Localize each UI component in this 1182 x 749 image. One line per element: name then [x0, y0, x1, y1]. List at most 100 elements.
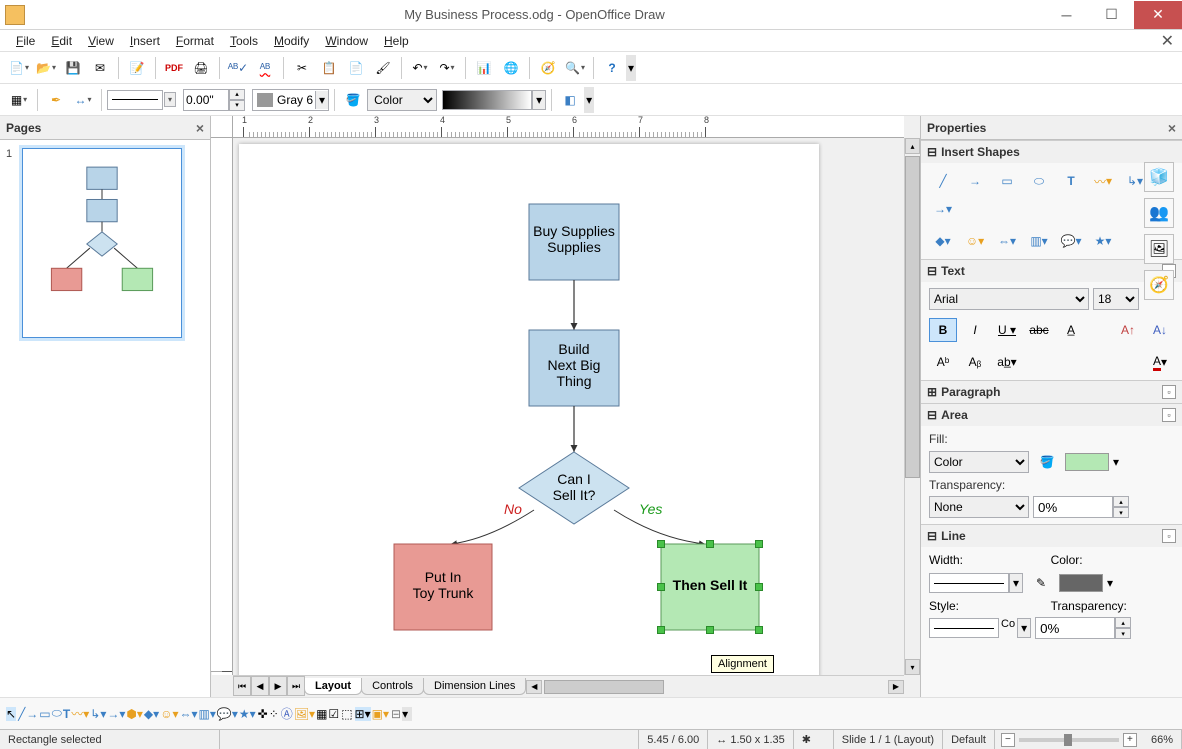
arrange-tool[interactable]: ▣▾ — [372, 707, 389, 721]
print-button[interactable]: 🖨 — [188, 55, 214, 81]
shape-arrow-icon[interactable]: → — [961, 169, 989, 193]
paste-button[interactable]: 📄 — [343, 55, 369, 81]
alignment-tool[interactable]: ⊞▾ — [355, 707, 371, 721]
shape-block-arrow-icon[interactable]: ⇔▾ — [993, 229, 1021, 253]
arrow-style-button[interactable]: ↔▾ — [70, 87, 96, 113]
sidebar-tab-navigator[interactable]: 🧭 — [1144, 270, 1174, 300]
line-endings-button[interactable]: ✒ — [43, 87, 69, 113]
selection-handle[interactable] — [657, 583, 665, 591]
menu-file[interactable]: File — [8, 32, 43, 50]
subscript-button[interactable]: Aᵦ — [961, 350, 989, 374]
zoom-value[interactable]: 66% — [1143, 730, 1182, 749]
export-pdf-button[interactable]: PDF — [161, 55, 187, 81]
form-controls-tool[interactable]: ☑ — [328, 707, 339, 721]
shape-symbol-icon[interactable]: ☺▾ — [961, 229, 989, 253]
from-file-tool[interactable]: 🖼▾ — [294, 707, 315, 721]
menu-help[interactable]: Help — [376, 32, 417, 50]
edit-file-button[interactable]: 📝 — [124, 55, 150, 81]
redo-button[interactable]: ↷▾ — [434, 55, 460, 81]
shadow-button[interactable]: ◧ — [557, 87, 583, 113]
pages-panel-close-icon[interactable]: × — [196, 120, 204, 136]
font-color-button[interactable]: A▾ — [1146, 350, 1174, 374]
close-document-icon[interactable]: ✕ — [1161, 31, 1174, 51]
strike-button[interactable]: abc — [1025, 318, 1053, 342]
bucket-icon[interactable]: 🪣 — [1033, 450, 1061, 474]
tab-dimension-lines[interactable]: Dimension Lines — [423, 678, 526, 695]
spellcheck-button[interactable]: ᴬᴮ✓ — [225, 55, 251, 81]
arrange-button[interactable]: ▦▾ — [6, 87, 32, 113]
fill-color-swatch[interactable] — [1065, 453, 1109, 471]
lines-arrows-tool[interactable]: →▾ — [107, 707, 125, 721]
glue-points-tool[interactable]: ⁘ — [269, 707, 279, 721]
arrow-tool[interactable]: → — [26, 707, 38, 721]
shape-put-in-toy-trunk[interactable]: Put In Toy Trunk — [394, 544, 492, 630]
highlight-button[interactable]: ab̲▾ — [993, 350, 1021, 374]
line-style-dropdown[interactable]: Co▾ — [929, 618, 1031, 638]
select-tool[interactable]: ↖ — [6, 707, 16, 721]
collapse-icon[interactable]: ⊟ — [927, 408, 937, 422]
shape-text-icon[interactable]: T — [1057, 169, 1085, 193]
tab-layout[interactable]: Layout — [304, 678, 362, 695]
transparency-type-dropdown[interactable]: None — [929, 496, 1029, 518]
undo-button[interactable]: ↶▾ — [407, 55, 433, 81]
line-width-spinner[interactable]: ▴▾ — [183, 89, 245, 111]
shape-star-icon[interactable]: ★▾ — [1089, 229, 1117, 253]
font-size-dropdown[interactable]: 18 — [1093, 288, 1139, 310]
area-dialog-button[interactable]: 🪣 — [340, 87, 366, 113]
chart-button[interactable]: 📊 — [471, 55, 497, 81]
sidebar-tab-properties[interactable]: 🧊 — [1144, 162, 1174, 192]
menu-edit[interactable]: Edit — [43, 32, 80, 50]
shadow-text-button[interactable]: A̲ — [1057, 318, 1085, 342]
collapse-icon[interactable]: ⊟ — [927, 264, 937, 278]
vertical-scrollbar[interactable]: ▴ ▾ — [904, 138, 920, 675]
nav-last[interactable]: ⏭ — [287, 676, 305, 696]
zoom-out-button[interactable]: − — [1001, 733, 1015, 747]
menu-modify[interactable]: Modify — [266, 32, 317, 50]
shape-build-next-big-thing[interactable]: Build Next Big Thing — [529, 330, 619, 406]
expand-icon[interactable]: ⊞ — [927, 385, 937, 399]
increase-font-button[interactable]: A↑ — [1114, 318, 1142, 342]
pencil-icon[interactable]: ✎ — [1027, 571, 1055, 595]
auto-spellcheck-button[interactable]: ᴬᴮ — [252, 55, 278, 81]
menu-format[interactable]: Format — [168, 32, 222, 50]
shape-decision-sell[interactable]: Can I Sell It? — [519, 452, 629, 524]
menu-tools[interactable]: Tools — [222, 32, 266, 50]
fontwork-tool[interactable]: Ⓐ — [281, 705, 293, 722]
help-button[interactable]: ? — [599, 55, 625, 81]
sidebar-tab-gallery[interactable]: 🖼 — [1144, 234, 1174, 264]
vertical-ruler[interactable]: 1 2 3 4 5 6 7 8 — [211, 138, 233, 675]
bold-button[interactable]: B — [929, 318, 957, 342]
cut-button[interactable]: ✂ — [289, 55, 315, 81]
shape-rect-icon[interactable]: ▭ — [993, 169, 1021, 193]
connector-tool[interactable]: ↳▾ — [90, 707, 106, 721]
open-button[interactable]: 📂▾ — [33, 55, 59, 81]
horizontal-ruler[interactable]: 1 2 3 4 5 6 7 8 — [233, 116, 904, 138]
fill-type-dropdown[interactable]: Color — [367, 89, 437, 111]
tab-controls[interactable]: Controls — [361, 678, 424, 695]
hyperlink-button[interactable]: 🌐 — [498, 55, 524, 81]
distribute-tool[interactable]: ⊟ — [391, 707, 401, 721]
nav-first[interactable]: ⏮ — [233, 676, 251, 696]
toolbar2-overflow[interactable]: ▾ — [584, 87, 594, 113]
text-tool[interactable]: T — [63, 707, 70, 721]
new-button[interactable]: 📄▾ — [6, 55, 32, 81]
selection-handle[interactable] — [706, 626, 714, 634]
shape-lines-arrows-icon[interactable]: →▾ — [929, 197, 957, 221]
more-icon[interactable]: ▫ — [1162, 385, 1176, 399]
properties-close-icon[interactable]: × — [1168, 120, 1176, 136]
email-button[interactable]: ✉ — [87, 55, 113, 81]
line-color-swatch[interactable] — [1059, 574, 1103, 592]
block-arrows-tool[interactable]: ⇔▾ — [179, 707, 197, 721]
copy-button[interactable]: 📋 — [316, 55, 342, 81]
decrease-font-button[interactable]: A↓ — [1146, 318, 1174, 342]
toolbar-overflow[interactable]: ▾ — [626, 55, 636, 81]
page-thumbnail[interactable]: 1 — [8, 148, 202, 338]
rect-tool[interactable]: ▭ — [39, 707, 50, 721]
nav-prev[interactable]: ◀ — [251, 676, 269, 696]
line-color-dropdown[interactable]: Gray 6▾ — [252, 89, 329, 111]
shape-ellipse-icon[interactable]: ⬭ — [1025, 169, 1053, 193]
selection-handle[interactable] — [706, 540, 714, 548]
shape-curve-icon[interactable]: 〰▾ — [1089, 169, 1117, 193]
superscript-button[interactable]: Aᵇ — [929, 350, 957, 374]
maximize-button[interactable]: ☐ — [1089, 1, 1134, 29]
